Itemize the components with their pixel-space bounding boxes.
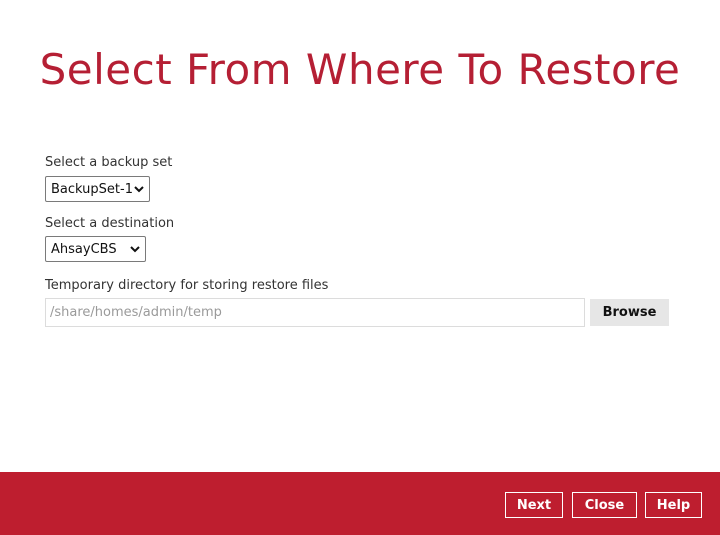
backup-set-select[interactable]: BackupSet-1: [45, 176, 150, 202]
backup-set-selected-value: BackupSet-1: [51, 181, 133, 197]
footer-bar: Next Close Help: [0, 472, 720, 535]
temp-dir-label: Temporary directory for storing restore …: [45, 278, 329, 293]
destination-selected-value: AhsayCBS: [51, 241, 117, 257]
help-button[interactable]: Help: [645, 492, 702, 518]
close-button[interactable]: Close: [572, 492, 637, 518]
page-title: Select From Where To Restore: [39, 45, 681, 94]
destination-label: Select a destination: [45, 216, 175, 231]
chevron-down-icon: [133, 182, 146, 196]
next-button[interactable]: Next: [505, 492, 563, 518]
destination-select[interactable]: AhsayCBS: [45, 236, 146, 262]
chevron-down-icon: [128, 242, 142, 256]
temp-dir-input[interactable]: [45, 298, 585, 327]
backup-set-label: Select a backup set: [45, 155, 173, 170]
browse-button[interactable]: Browse: [590, 299, 669, 326]
